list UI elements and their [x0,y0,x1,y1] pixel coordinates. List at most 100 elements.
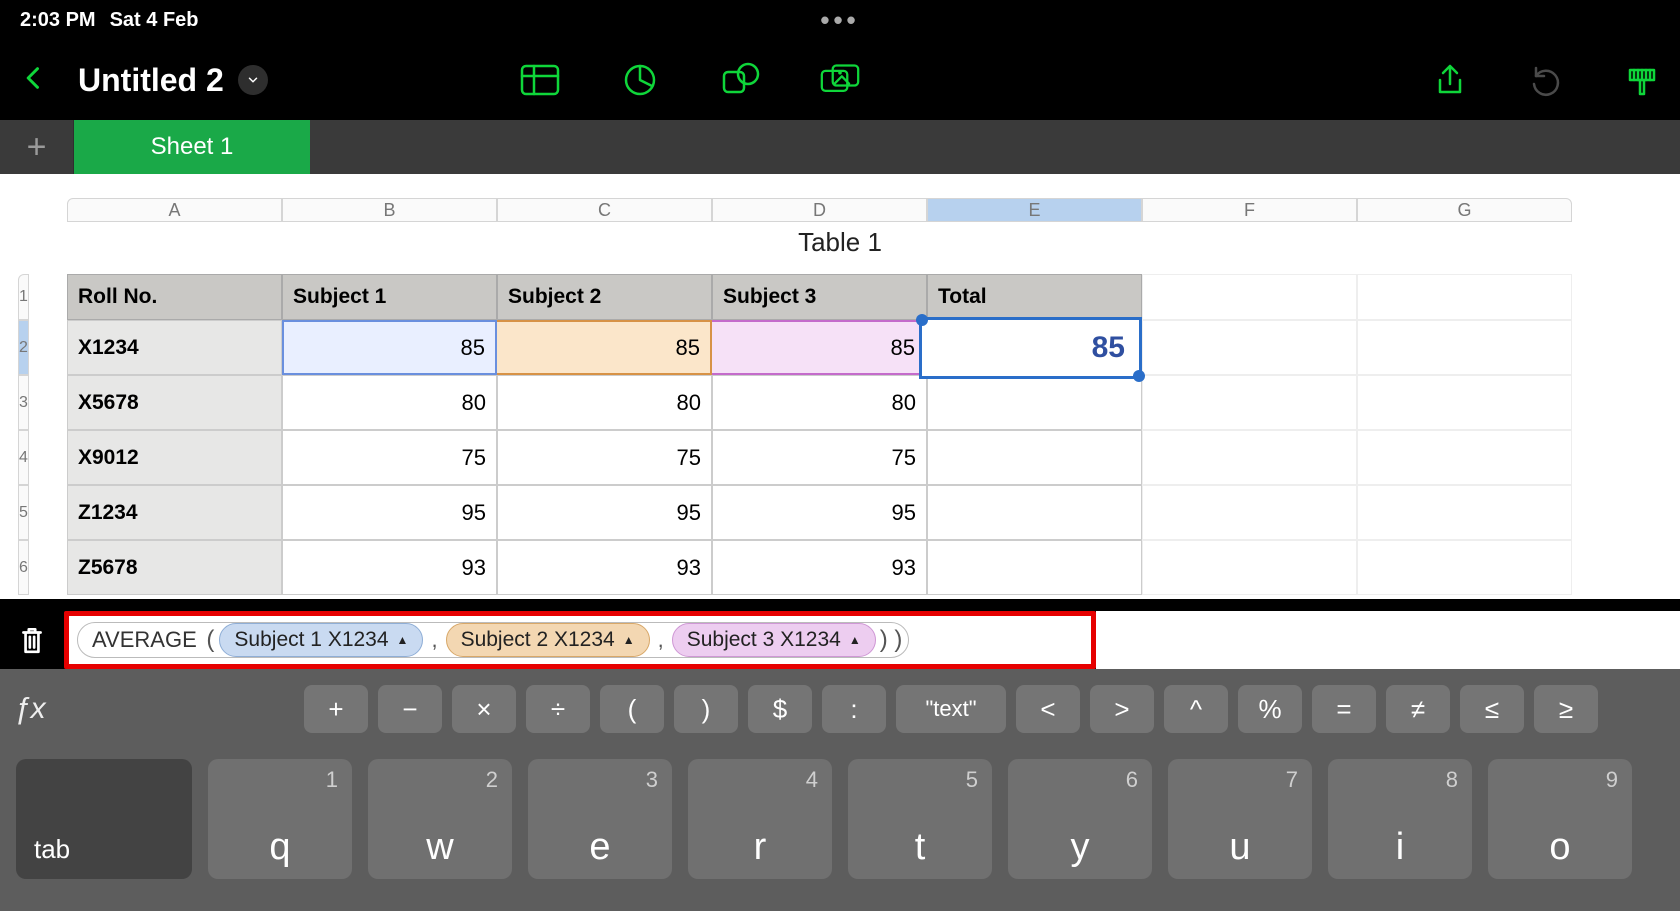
cell-B5[interactable]: 95 [282,485,497,540]
function-name-pill[interactable]: AVERAGE ( Subject 1 X1234▲ , Subject 2 X… [77,622,909,658]
cell-E3[interactable] [927,375,1142,430]
shape-icon[interactable] [720,62,760,98]
key-lparen[interactable]: ( [600,685,664,733]
key-dollar[interactable]: $ [748,685,812,733]
media-icon[interactable] [820,62,860,98]
key-lt[interactable]: < [1016,685,1080,733]
key-e[interactable]: 3e [528,759,672,879]
header-roll-no[interactable]: Roll No. [67,274,282,320]
key-minus[interactable]: − [378,685,442,733]
key-i[interactable]: 8i [1328,759,1472,879]
share-icon[interactable] [1432,62,1468,98]
key-rparen[interactable]: ) [674,685,738,733]
title-menu-button[interactable] [238,65,268,95]
formula-arg-2[interactable]: Subject 2 X1234▲ [446,623,650,657]
key-plus[interactable]: + [304,685,368,733]
key-eq[interactable]: = [1312,685,1376,733]
cell-E5[interactable] [927,485,1142,540]
cell-B6[interactable]: 93 [282,540,497,595]
key-u[interactable]: 7u [1168,759,1312,879]
sheet-tab-1[interactable]: Sheet 1 [74,120,310,174]
key-t[interactable]: 5t [848,759,992,879]
cell-A3[interactable]: X5678 [67,375,282,430]
cell-D2[interactable]: 85 [712,320,927,375]
col-header-B[interactable]: B [282,198,497,222]
selection-handle-tl[interactable] [916,314,928,326]
key-times[interactable]: × [452,685,516,733]
key-w[interactable]: 2w [368,759,512,879]
col-header-D[interactable]: D [712,198,927,222]
cell-D4[interactable]: 75 [712,430,927,485]
row-header-5[interactable]: 5 [18,485,29,540]
col-header-A[interactable]: A [67,198,282,222]
cell-B3[interactable]: 80 [282,375,497,430]
cell-E6[interactable] [927,540,1142,595]
cell-F3[interactable] [1142,375,1357,430]
formula-bar[interactable]: AVERAGE ( Subject 1 X1234▲ , Subject 2 X… [64,611,1096,669]
header-empty-f[interactable] [1142,274,1357,320]
key-o[interactable]: 9o [1488,759,1632,879]
active-cell-E2[interactable]: 85 [919,317,1142,379]
cell-C3[interactable]: 80 [497,375,712,430]
col-header-F[interactable]: F [1142,198,1357,222]
key-text[interactable]: "text" [896,685,1006,733]
chart-icon[interactable] [620,62,660,98]
key-le[interactable]: ≤ [1460,685,1524,733]
key-tab[interactable]: tab [16,759,192,879]
cell-A2[interactable]: X1234 [67,320,282,375]
cell-A5[interactable]: Z1234 [67,485,282,540]
key-pct[interactable]: % [1238,685,1302,733]
key-caret[interactable]: ^ [1164,685,1228,733]
cell-D5[interactable]: 95 [712,485,927,540]
cell-F2[interactable] [1142,320,1357,375]
key-neq[interactable]: ≠ [1386,685,1450,733]
multitask-dots-icon[interactable]: ••• [820,5,859,36]
cell-A4[interactable]: X9012 [67,430,282,485]
undo-icon[interactable] [1528,62,1564,98]
cell-E4[interactable] [927,430,1142,485]
formula-arg-3[interactable]: Subject 3 X1234▲ [672,623,876,657]
cell-G3[interactable] [1357,375,1572,430]
header-subject1[interactable]: Subject 1 [282,274,497,320]
header-empty-g[interactable] [1357,274,1572,320]
cell-G4[interactable] [1357,430,1572,485]
header-subject2[interactable]: Subject 2 [497,274,712,320]
row-header-6[interactable]: 6 [18,540,29,595]
key-q[interactable]: 1q [208,759,352,879]
key-colon[interactable]: : [822,685,886,733]
cell-D6[interactable]: 93 [712,540,927,595]
cell-C6[interactable]: 93 [497,540,712,595]
table-icon[interactable] [520,62,560,98]
selection-handle-br[interactable] [1133,370,1145,382]
back-button[interactable] [20,59,48,101]
cell-G2[interactable] [1357,320,1572,375]
cell-B4[interactable]: 75 [282,430,497,485]
row-header-1[interactable]: 1 [18,274,29,320]
cell-G5[interactable] [1357,485,1572,540]
cell-D3[interactable]: 80 [712,375,927,430]
formula-bar-extra[interactable] [1096,611,1680,669]
add-sheet-button[interactable]: + [0,120,74,174]
header-subject3[interactable]: Subject 3 [712,274,927,320]
key-gt[interactable]: > [1090,685,1154,733]
cell-C4[interactable]: 75 [497,430,712,485]
table-title[interactable]: Table 1 [0,227,1680,258]
key-divide[interactable]: ÷ [526,685,590,733]
cell-G6[interactable] [1357,540,1572,595]
cell-F6[interactable] [1142,540,1357,595]
cell-B2[interactable]: 85 [282,320,497,375]
col-header-C[interactable]: C [497,198,712,222]
row-header-2[interactable]: 2 [18,320,29,375]
key-y[interactable]: 6y [1008,759,1152,879]
header-total[interactable]: Total [927,274,1142,320]
cell-C5[interactable]: 95 [497,485,712,540]
document-title[interactable]: Untitled 2 [78,62,224,99]
fx-button[interactable]: ƒx [14,692,74,726]
col-header-G[interactable]: G [1357,198,1572,222]
cell-F5[interactable] [1142,485,1357,540]
row-header-3[interactable]: 3 [18,375,29,430]
row-header-4[interactable]: 4 [18,430,29,485]
cell-C2[interactable]: 85 [497,320,712,375]
key-ge[interactable]: ≥ [1534,685,1598,733]
formula-arg-1[interactable]: Subject 1 X1234▲ [219,623,423,657]
